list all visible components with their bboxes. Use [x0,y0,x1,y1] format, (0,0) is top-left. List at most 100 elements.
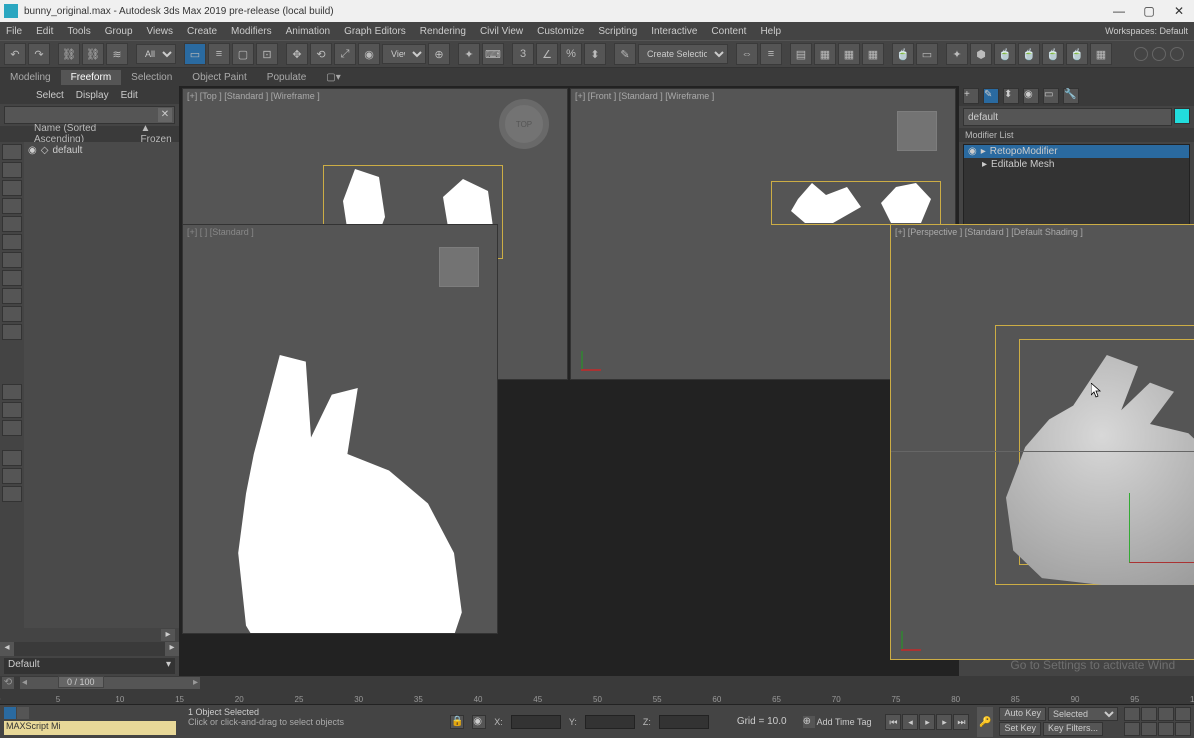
time-slider[interactable]: ◂ 0 / 100 ▸ [20,677,200,689]
filter-bones-icon[interactable] [2,288,22,304]
window-crossing-button[interactable]: ⊡ [256,43,278,65]
curve-editor-button[interactable]: ▦ [814,43,836,65]
orbit-button[interactable] [1158,722,1174,736]
utilities-tab-icon[interactable]: 🔧 [1063,88,1079,104]
frame-ruler[interactable]: 0510152025303540455055606570758085909510… [0,690,1194,704]
scene-search-input[interactable]: ✕ [4,106,175,124]
viewport-perspective-label[interactable]: [+] [Perspective ] [Standard ] [Default … [895,227,1083,237]
filter-lights-icon[interactable] [2,180,22,196]
viewcube-top[interactable]: TOP [499,99,549,149]
ribbon-tab-selection[interactable]: Selection [121,70,182,85]
viewport-perspective[interactable]: [+] [Perspective ] [Standard ] [Default … [890,224,1194,660]
viewcube-front[interactable] [897,111,937,151]
layer-manager-button[interactable]: ▤ [790,43,812,65]
scene-tab-select[interactable]: Select [36,90,64,101]
layer-dropdown[interactable]: Default▾ [4,658,175,674]
render-iray-button[interactable]: ⬢ [970,43,992,65]
zoom-button[interactable] [1141,707,1157,721]
render-iterative-button[interactable]: 🍵 [1018,43,1040,65]
workspace-label[interactable]: Workspaces: Default [1105,26,1188,36]
filter-xrefs-icon[interactable] [2,270,22,286]
object-name-input[interactable] [963,108,1172,126]
autokey-button[interactable]: Auto Key [999,707,1046,721]
frame-indicator[interactable]: 0 / 100 [58,676,104,688]
object-color-swatch[interactable] [1174,108,1190,124]
ref-coord-dropdown[interactable]: View [382,44,426,64]
menu-animation[interactable]: Animation [286,26,330,37]
select-dependents-icon[interactable] [2,486,22,502]
minimize-button[interactable]: — [1104,0,1134,22]
menu-views[interactable]: Views [147,26,174,37]
filter-helpers-icon[interactable] [2,216,22,232]
menu-edit[interactable]: Edit [36,26,53,37]
menu-interactive[interactable]: Interactive [651,26,697,37]
scene-search-clear-button[interactable]: ✕ [158,108,172,122]
modifier-list-label[interactable]: Modifier List [959,128,1194,142]
filter-spacewarps-icon[interactable] [2,234,22,250]
ribbon-tab-freeform[interactable]: Freeform [61,70,122,85]
mirror-button[interactable]: ⇔ [736,43,758,65]
maximize-button[interactable]: ▢ [1134,0,1164,22]
filter-containers-icon[interactable] [2,306,22,322]
pivot-center-button[interactable]: ⊕ [428,43,450,65]
zoom-extents-button[interactable] [1124,722,1140,736]
menu-group[interactable]: Group [105,26,133,37]
menu-create[interactable]: Create [187,26,217,37]
viewcube-left[interactable] [439,247,479,287]
filter-geometry-icon[interactable] [2,144,22,160]
create-tab-icon[interactable]: + [963,88,979,104]
modifier-editable-mesh[interactable]: ▸ Editable Mesh [964,158,1189,171]
align-button[interactable]: ≡ [760,43,782,65]
transform-gizmo[interactable] [1129,493,1194,563]
menu-content[interactable]: Content [711,26,746,37]
filter-frozen-icon[interactable] [2,324,22,340]
viewport-left-label[interactable]: [+] [ ] [Standard ] [187,227,254,237]
select-object-button[interactable]: ▭ [184,43,206,65]
modify-tab-icon[interactable]: ✎ [983,88,999,104]
ribbon-tab-modeling[interactable]: Modeling [0,70,61,85]
timeline-lock-icon[interactable]: ⟲ [2,677,14,689]
pan-view-button[interactable] [1124,707,1140,721]
ribbon-tab-objectpaint[interactable]: Object Paint [182,70,256,85]
filter-cameras-icon[interactable] [2,198,22,214]
scene-item-default[interactable]: ◉ ◇ default [26,144,177,157]
set-key-large-button[interactable]: 🔑 [977,707,993,737]
selection-filter-dropdown[interactable]: All [136,44,176,64]
menu-scripting[interactable]: Scripting [598,26,637,37]
modifier-stack[interactable]: ◉ ▸ RetopoModifier ▸ Editable Mesh [963,144,1190,236]
menu-file[interactable]: File [6,26,22,37]
setkey-button[interactable]: Set Key [999,722,1041,736]
filter-groups-icon[interactable] [2,252,22,268]
scene-expand-button[interactable]: ▸ [161,629,175,641]
viewport-left[interactable]: [+] [ ] [Standard ] [182,224,498,634]
placement-button[interactable]: ◉ [358,43,380,65]
render-shade-button[interactable]: ✦ [946,43,968,65]
menu-rendering[interactable]: Rendering [420,26,466,37]
fov-button[interactable] [1158,707,1174,721]
display-tab-icon[interactable]: ▭ [1043,88,1059,104]
modifier-expand-icon[interactable]: ▸ [982,159,987,170]
display-none-icon[interactable] [2,402,22,418]
filter-shapes-icon[interactable] [2,162,22,178]
rectangular-region-button[interactable]: ▢ [232,43,254,65]
modifier-visible-icon[interactable]: ◉ [968,146,977,157]
viewport-top-label[interactable]: [+] [Top ] [Standard ] [Wireframe ] [187,91,320,101]
schematic-view-button[interactable]: ▦ [838,43,860,65]
menu-help[interactable]: Help [760,26,781,37]
zoom-all-button[interactable] [1175,707,1191,721]
visibility-icon[interactable]: ◉ [28,145,37,156]
ribbon-expand-button[interactable]: ▢▾ [316,70,350,85]
motion-tab-icon[interactable]: ◉ [1023,88,1039,104]
zoom-extents-all-button[interactable] [1141,722,1157,736]
menu-civilview[interactable]: Civil View [480,26,523,37]
render-setup-button[interactable]: 🍵 [892,43,914,65]
modifier-retopo[interactable]: ◉ ▸ RetopoModifier [964,145,1189,158]
menu-modifiers[interactable]: Modifiers [231,26,272,37]
manipulate-button[interactable]: ✦ [458,43,480,65]
maxscript-listener[interactable]: MAXScript Mi [4,721,176,735]
select-by-name-button[interactable]: ≡ [208,43,230,65]
percent-snap-button[interactable]: % [560,43,582,65]
select-influences-icon[interactable] [2,468,22,484]
scene-tab-edit[interactable]: Edit [121,90,138,101]
scale-button[interactable]: ⤢ [334,43,356,65]
